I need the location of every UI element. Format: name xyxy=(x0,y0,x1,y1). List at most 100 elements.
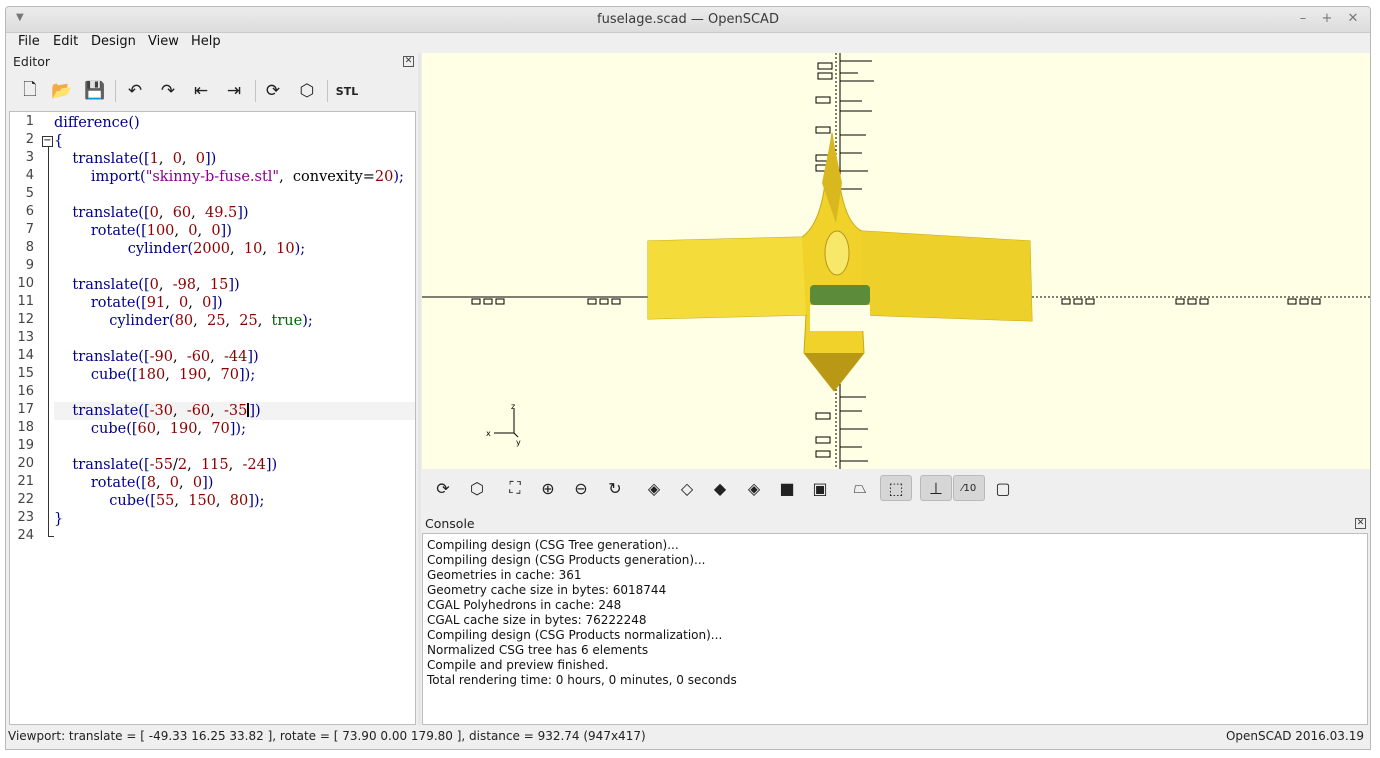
console-line: CGAL Polyhedrons in cache: 248 xyxy=(427,598,622,612)
redo-icon[interactable]: ↷ xyxy=(155,78,181,104)
editor-close-button[interactable]: ✕ xyxy=(403,56,414,67)
new-file-icon[interactable]: 🗋 xyxy=(17,78,43,104)
line-number: 3 xyxy=(25,150,34,165)
console-line: Geometry cache size in bytes: 6018744 xyxy=(427,583,667,597)
line-number: 4 xyxy=(25,168,34,183)
menu-view[interactable]: View xyxy=(148,34,179,49)
undo-icon[interactable]: ↶ xyxy=(122,78,148,104)
maximize-button[interactable]: + xyxy=(1318,10,1336,28)
line-number: 6 xyxy=(25,204,34,219)
console-dock-header: Console ✕ xyxy=(422,515,1370,533)
code-line: rotate([100, 0, 0]) xyxy=(54,223,232,239)
menu-design[interactable]: Design xyxy=(91,34,136,49)
cockpit-opening xyxy=(824,230,850,276)
line-number: 9 xyxy=(25,258,34,273)
editor-toolbar: 🗋 📂 💾 ↶ ↷ ⇤ ⇥ ⟳ ⬡ STL xyxy=(7,73,417,109)
line-number-gutter: 1 2 3 4 5 6 7 8 9 10 11 12 13 14 15 16 1… xyxy=(10,112,54,724)
render-canvas[interactable]: z x y xyxy=(422,53,1370,469)
right-wing-face xyxy=(862,231,1032,321)
code-line: translate([0, 60, 49.5]) xyxy=(54,205,249,221)
code-line: cube([180, 190, 70]); xyxy=(54,367,256,383)
zoom-out-icon[interactable]: ⊖ xyxy=(568,475,594,501)
left-wing-face xyxy=(648,237,806,319)
code-line: difference() xyxy=(54,115,140,131)
menu-file[interactable]: File xyxy=(18,34,40,49)
line-number: 17 xyxy=(17,402,34,417)
view-bottom-icon[interactable]: ◆ xyxy=(707,475,733,501)
console-line: Compiling design (CSG Products generatio… xyxy=(427,553,706,567)
code-line: import("skinny-b-fuse.stl", convexity=20… xyxy=(54,169,404,185)
show-axes-icon[interactable]: ⊥ xyxy=(920,475,952,501)
close-window-button[interactable]: ✕ xyxy=(1344,10,1362,28)
show-edges-icon[interactable]: ▢ xyxy=(990,475,1016,501)
code-editor[interactable]: 1 2 3 4 5 6 7 8 9 10 11 12 13 14 15 16 1… xyxy=(9,111,416,725)
console-output[interactable]: Compiling design (CSG Tree generation)..… xyxy=(422,533,1368,725)
reset-view-icon[interactable]: ↻ xyxy=(602,475,628,501)
toolbar-separator xyxy=(115,80,116,102)
version-label: OpenSCAD 2016.03.19 xyxy=(1225,729,1364,743)
preview-icon[interactable]: ⟳ xyxy=(430,475,456,501)
line-number: 2 xyxy=(25,132,34,147)
line-number: 10 xyxy=(17,276,34,291)
line-number: 20 xyxy=(17,456,34,471)
code-line: cube([60, 190, 70]); xyxy=(54,421,246,437)
viewport-status: Viewport: translate = [ -49.33 16.25 33.… xyxy=(8,729,646,743)
toolbar-separator xyxy=(327,80,328,102)
export-stl-icon[interactable]: STL xyxy=(334,78,360,104)
menu-help[interactable]: Help xyxy=(191,34,221,49)
view-back-icon[interactable]: ▣ xyxy=(807,475,833,501)
line-number: 21 xyxy=(17,474,34,489)
belly-shadow xyxy=(804,353,864,391)
title-bar[interactable]: ▼ fuselage.scad — OpenSCAD – + ✕ xyxy=(6,7,1370,33)
show-scale-icon[interactable]: ⁄10 xyxy=(953,475,985,501)
console-close-button[interactable]: ✕ xyxy=(1355,518,1366,529)
line-number: 16 xyxy=(17,384,34,399)
zoom-in-icon[interactable]: ⊕ xyxy=(535,475,561,501)
menu-bar: File Edit Design View Help xyxy=(6,33,1370,53)
code-line: cylinder(80, 25, 25, true); xyxy=(54,313,313,329)
toolbar-separator xyxy=(255,80,256,102)
window-title: fuselage.scad — OpenSCAD xyxy=(597,12,779,27)
console-line: Compiling design (CSG Products normaliza… xyxy=(427,628,723,642)
3d-viewport[interactable]: z x y xyxy=(422,53,1370,469)
editor-dock-header: Editor ✕ xyxy=(7,53,417,71)
minimize-button[interactable]: – xyxy=(1294,10,1312,28)
view-top-icon[interactable]: ◇ xyxy=(674,475,700,501)
save-icon[interactable]: 💾 xyxy=(82,78,108,104)
line-number: 13 xyxy=(17,330,34,345)
orthogonal-icon[interactable]: ⬚ xyxy=(880,475,912,501)
view-front-icon[interactable]: ■ xyxy=(774,475,800,501)
axis-z-label: z xyxy=(511,402,515,411)
code-line: rotate([91, 0, 0]) xyxy=(54,295,223,311)
console-line: Total rendering time: 0 hours, 0 minutes… xyxy=(427,673,737,687)
fold-toggle-icon[interactable]: − xyxy=(42,136,53,147)
code-line: cube([55, 150, 80]); xyxy=(54,493,265,509)
view-right-icon[interactable]: ◈ xyxy=(641,475,667,501)
cut-cylinder-face xyxy=(810,285,870,305)
line-number: 24 xyxy=(17,528,34,543)
view-toolbar: ⟳ ⬡ ⛶ ⊕ ⊖ ↻ ◈ ◇ ◆ ◈ ■ ▣ ⏢ ⬚ ⊥ ⁄10 ▢ xyxy=(422,471,1370,507)
dock-splitter[interactable] xyxy=(418,53,421,725)
cube-cutout xyxy=(810,305,870,331)
indent-icon[interactable]: ⇥ xyxy=(221,78,247,104)
line-number: 5 xyxy=(25,186,34,201)
line-number: 1 xyxy=(25,114,34,129)
preview-icon[interactable]: ⟳ xyxy=(260,78,286,104)
code-line: rotate([8, 0, 0]) xyxy=(54,475,214,491)
code-line: cylinder(2000, 10, 10); xyxy=(54,241,306,257)
perspective-icon[interactable]: ⏢ xyxy=(847,475,873,501)
view-all-icon[interactable]: ⛶ xyxy=(502,475,528,501)
render-icon[interactable]: ⬡ xyxy=(464,475,490,501)
line-number: 7 xyxy=(25,222,34,237)
code-line: translate([-90, -60, -44]) xyxy=(54,349,259,365)
menu-edit[interactable]: Edit xyxy=(53,34,78,49)
view-left-icon[interactable]: ◈ xyxy=(741,475,767,501)
code-text[interactable]: difference() { translate([1, 0, 0]) impo… xyxy=(54,112,415,724)
render-icon[interactable]: ⬡ xyxy=(294,78,320,104)
console-line: CGAL cache size in bytes: 76222248 xyxy=(427,613,647,627)
line-number: 14 xyxy=(17,348,34,363)
open-folder-icon[interactable]: 📂 xyxy=(49,78,75,104)
unindent-icon[interactable]: ⇤ xyxy=(188,78,214,104)
openscad-window: ▼ fuselage.scad — OpenSCAD – + ✕ File Ed… xyxy=(5,6,1371,750)
axis-gizmo xyxy=(494,409,519,438)
